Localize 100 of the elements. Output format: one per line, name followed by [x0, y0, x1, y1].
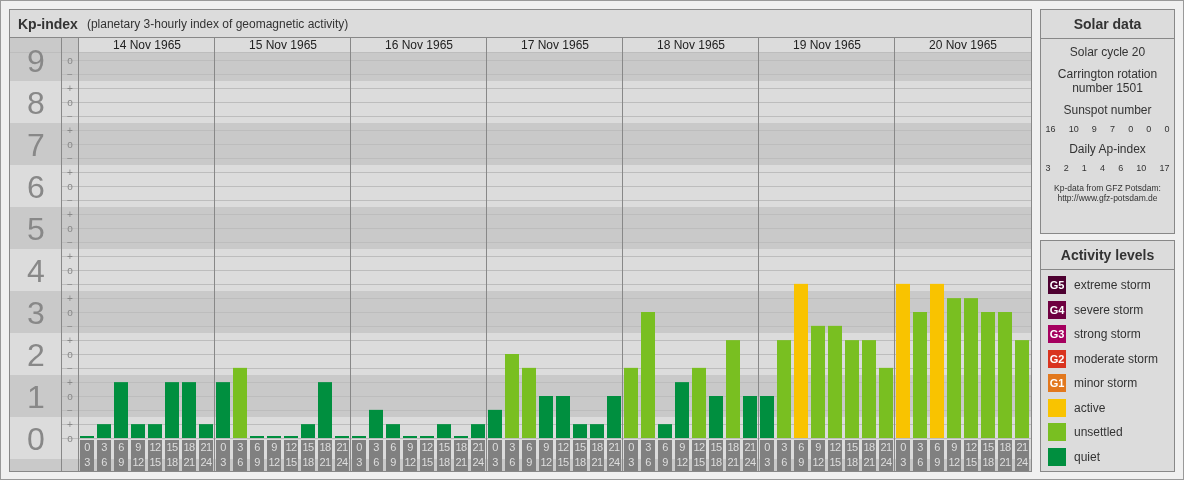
ap-index-value: 4 [1099, 163, 1105, 173]
hour-label: 12 15 [828, 440, 842, 471]
hour-label: 15 18 [437, 440, 451, 471]
sunspot-value: 7 [1109, 124, 1115, 134]
hour-label: 9 12 [267, 440, 281, 471]
hour-label: 6 9 [794, 440, 808, 471]
kp-subtick-label: − [67, 111, 73, 122]
sunspot-label: Sunspot number [1063, 103, 1152, 117]
hour-label: 0 3 [80, 440, 94, 471]
hour-label: 0 3 [896, 440, 910, 471]
carrington-rotation: Carrington rotation number 1501 [1056, 67, 1159, 95]
date-label: 17 Nov 1965 [520, 38, 590, 52]
kp-axis-label: 3 [27, 295, 45, 331]
storm-level-badge: G2 [1048, 349, 1066, 368]
source-link[interactable]: http://www.gfz-potsdam.de [1057, 193, 1158, 203]
hour-label: 9 12 [539, 440, 553, 471]
kp-subtick-label: − [67, 279, 73, 290]
hour-label: 21 24 [471, 440, 485, 471]
hour-label: 0 3 [760, 440, 774, 471]
hour-label: 12 15 [148, 440, 162, 471]
ap-index-value: 10 [1136, 163, 1147, 173]
level-label: extreme storm [1074, 278, 1151, 293]
kp-subtick-label: − [67, 321, 73, 332]
kp-subtick-label: − [67, 195, 73, 206]
hour-label: 9 12 [131, 440, 145, 471]
date-label: 19 Nov 1965 [792, 38, 862, 52]
date-label: 14 Nov 1965 [112, 38, 182, 52]
hour-label: 0 3 [488, 440, 502, 471]
hour-label: 15 18 [165, 440, 179, 471]
hour-label: 0 3 [352, 440, 366, 471]
hour-label: 3 6 [505, 440, 519, 471]
level-label: active [1074, 400, 1106, 415]
ap-index-value: 3 [1045, 163, 1051, 173]
hour-label: 21 24 [743, 440, 757, 471]
hour-label: 0 3 [216, 440, 230, 471]
ap-index-value: 6 [1118, 163, 1124, 173]
hour-label: 18 21 [726, 440, 740, 471]
hour-label: 9 12 [403, 440, 417, 471]
hour-label: 6 9 [522, 440, 536, 471]
hour-label: 9 12 [675, 440, 689, 471]
kp-subtick-label: − [67, 153, 73, 164]
level-label: strong storm [1074, 327, 1141, 342]
kp-subtick-label: o [67, 181, 73, 192]
hour-label: 18 21 [862, 440, 876, 471]
hour-label: 12 15 [284, 440, 298, 471]
hour-label: 9 12 [811, 440, 825, 471]
kp-axis-label: 0 [27, 421, 45, 457]
hour-label: 12 15 [692, 440, 706, 471]
level-label: unsettled [1074, 425, 1123, 440]
hour-label: 6 9 [250, 440, 264, 471]
hour-label: 12 15 [964, 440, 978, 471]
level-label: severe storm [1074, 302, 1144, 317]
hour-label: 15 18 [301, 440, 315, 471]
hour-label: 21 24 [879, 440, 893, 471]
solar-cycle: Solar cycle 20 [1069, 45, 1146, 59]
kp-axis-label: 5 [27, 211, 45, 247]
hour-label: 21 24 [335, 440, 349, 471]
kp-subtick-label: + [67, 419, 73, 430]
kp-subtick-label: − [67, 237, 73, 248]
hour-label: 3 6 [641, 440, 655, 471]
date-label: 18 Nov 1965 [656, 38, 726, 52]
kp-subtick-label: + [67, 377, 73, 388]
kp-subtick-label: + [67, 209, 73, 220]
kp-subtick-label: + [67, 335, 73, 346]
panel-title: Kp-index [18, 15, 78, 32]
hour-label: 3 6 [233, 440, 247, 471]
hour-label: 0 3 [624, 440, 638, 471]
level-label: moderate storm [1074, 351, 1159, 366]
hour-label: 18 21 [454, 440, 468, 471]
ap-index-value: 17 [1159, 163, 1170, 173]
hour-label: 15 18 [573, 440, 587, 471]
kp-axis-label: 1 [27, 379, 45, 415]
hour-label: 6 9 [930, 440, 944, 471]
sunspot-value: 0 [1146, 124, 1152, 134]
level-label: minor storm [1074, 376, 1138, 391]
hour-label: 18 21 [182, 440, 196, 471]
date-label: 20 Nov 1965 [928, 38, 998, 52]
ap-index-value: 1 [1081, 163, 1087, 173]
hour-label: 6 9 [658, 440, 672, 471]
kp-subtick-label: + [67, 125, 73, 136]
hour-label: 18 21 [318, 440, 332, 471]
storm-level-badge: G4 [1048, 300, 1066, 319]
kp-subtick-label: − [67, 69, 73, 80]
hour-label: 3 6 [913, 440, 927, 471]
sunspot-value: 0 [1164, 124, 1170, 134]
kp-subtick-label: o [67, 349, 73, 360]
storm-level-badge: G3 [1048, 325, 1066, 344]
kp-axis-label: 7 [27, 127, 45, 163]
storm-level-badge: G5 [1048, 276, 1066, 295]
hour-label: 12 15 [420, 440, 434, 471]
panel-title: Activity levels [1041, 241, 1174, 270]
ap-index-value: 2 [1063, 163, 1069, 173]
kp-axis-label: 6 [27, 169, 45, 205]
kp-subtick-label: + [67, 167, 73, 178]
hour-label: 18 21 [590, 440, 604, 471]
hour-label: 21 24 [1015, 440, 1029, 471]
hour-label: 12 15 [556, 440, 570, 471]
sunspot-value: 16 [1045, 124, 1056, 134]
kp-subtick-label: o [67, 97, 73, 108]
kp-subtick-label: o [67, 433, 73, 444]
